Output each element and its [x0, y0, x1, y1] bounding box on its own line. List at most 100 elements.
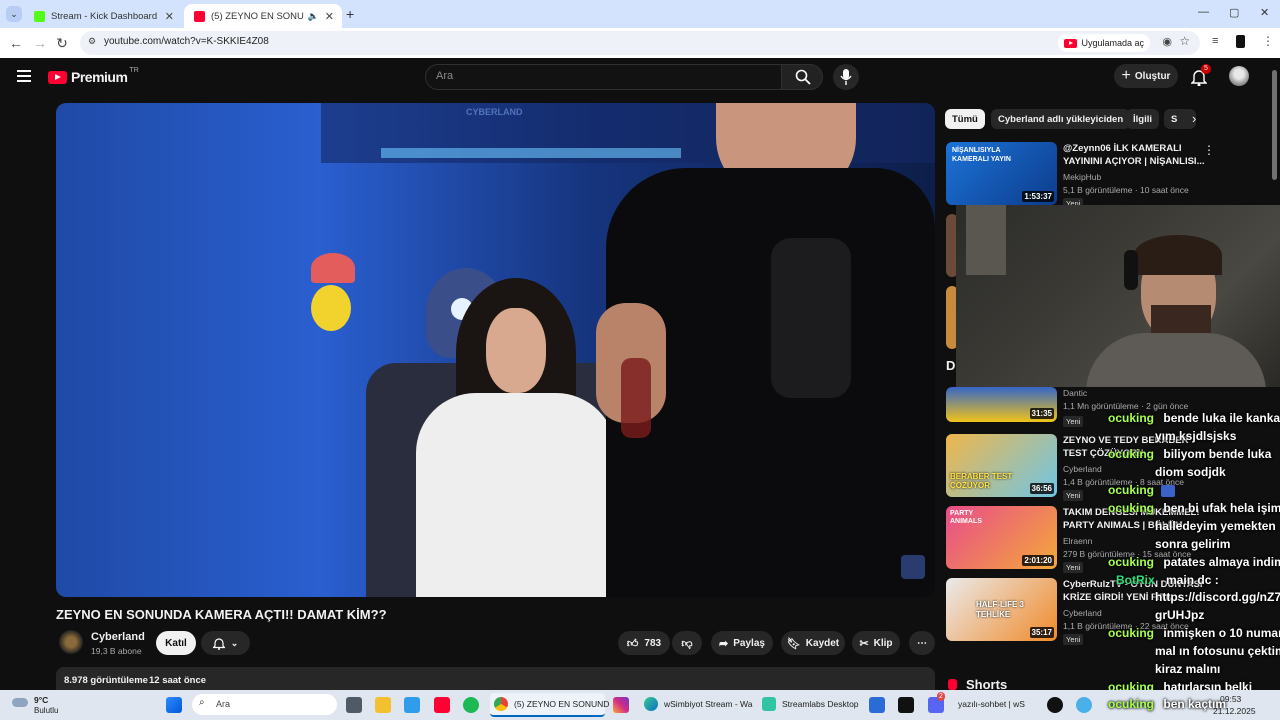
reload-button[interactable]: ↻	[52, 33, 72, 53]
chat-message: kiraz malını	[1155, 662, 1220, 676]
chat-username: ocuking	[1108, 555, 1155, 569]
chip-all[interactable]: Tümü	[945, 109, 985, 129]
eye-off-icon[interactable]: ◉	[1162, 35, 1172, 48]
sidebar-video-title-line2[interactable]: YAYININI AÇIYOR | NİŞANLISI...	[1063, 156, 1205, 168]
bookmark-star-icon[interactable]: ☆	[1179, 34, 1190, 48]
sidebar-video-channel[interactable]: MekipHub	[1063, 172, 1101, 182]
chrome-icon	[494, 697, 508, 711]
subscribe-notification-button[interactable]: ⌄	[201, 631, 250, 655]
microsoft-store-icon[interactable]	[404, 697, 420, 713]
address-bar[interactable]: ⚙ youtube.com/watch?v=K-SKKIE4Z08 Uygula…	[80, 31, 1200, 55]
chat-text: halledeyim yemekten	[1155, 519, 1276, 533]
close-tab-icon[interactable]: ✕	[165, 10, 174, 23]
sidebar-video-channel[interactable]: Cyberland	[1063, 464, 1102, 474]
open-in-app-button[interactable]: Uygulamada aç	[1058, 34, 1150, 52]
sidebar-video-thumbnail[interactable]: HALF-LIFE 3 TEHLİKE 35:17	[946, 578, 1057, 641]
chat-text: sonra gelirim	[1155, 537, 1231, 551]
chevron-right-icon[interactable]: ›	[1192, 111, 1196, 126]
new-badge: Yeni	[1063, 634, 1084, 645]
tab-kick-dashboard[interactable]: Stream - Kick Dashboard ✕	[24, 4, 182, 28]
back-button[interactable]: ←	[6, 33, 26, 53]
forward-button[interactable]: →	[30, 33, 50, 53]
taskbar-search-input[interactable]: ⌕ Ara	[192, 694, 337, 715]
speaker-icon[interactable]: 🔈	[308, 11, 319, 22]
like-count: 783	[644, 637, 662, 649]
chat-message: halledeyim yemekten	[1155, 519, 1276, 533]
close-window-button[interactable]: ✕	[1260, 6, 1269, 19]
save-button[interactable]: 🔖︎ Kaydet	[781, 631, 845, 655]
thumbs-up-icon: 👍︎	[626, 637, 639, 650]
sidebar-video-thumbnail[interactable]: NİŞANLISIYLA KAMERALI YAYIN 1:53:37	[946, 142, 1057, 205]
thumbnail-caption: PARTY ANIMALS	[950, 510, 982, 525]
tab-youtube-video[interactable]: (5) ZEYNO EN SONUNDA K 🔈 ✕	[184, 4, 342, 28]
weather-temp: 9°C	[34, 695, 49, 705]
page-scrollbar[interactable]	[1272, 70, 1277, 180]
chip-from-uploader[interactable]: Cyberland adlı yükleyiciden	[991, 109, 1131, 129]
sidebar-video-channel[interactable]: Dantic	[1063, 388, 1087, 398]
extension-icon[interactable]	[1236, 35, 1245, 48]
chat-username: BotRix	[1116, 573, 1155, 587]
taskbar-app-discord-channel[interactable]: yazılı-sohbet | wS	[948, 693, 1040, 717]
sidebar-video-thumbnail[interactable]: 31:35	[946, 387, 1057, 422]
create-button[interactable]: + Oluştur	[1114, 64, 1178, 88]
thumbnail-caption: BERABER TEST ÇÖZÜYOR	[950, 472, 1013, 490]
sidebar-section-heading: D	[946, 358, 956, 373]
capcut-icon[interactable]	[898, 697, 914, 713]
video-duration: 2:01:20	[1022, 555, 1054, 566]
sidebar-video-thumbnail[interactable]: PARTY ANIMALS 2:01:20	[946, 506, 1057, 569]
url-text: youtube.com/watch?v=K-SKKIE4Z08	[104, 36, 269, 47]
like-button[interactable]: 👍︎ 783	[618, 631, 670, 655]
hamburger-menu-icon[interactable]	[17, 70, 31, 82]
chip-related[interactable]: İlgili	[1126, 109, 1159, 129]
instagram-icon[interactable]	[613, 697, 629, 713]
sidebar-video-channel[interactable]: Elraenn	[1063, 536, 1092, 546]
discord-icon[interactable]: 2	[928, 692, 945, 713]
browser-menu-icon[interactable]: ⋮	[1262, 34, 1274, 48]
bookmark-icon: 🔖︎	[786, 637, 801, 650]
media-control-icon[interactable]: ≡	[1212, 35, 1218, 47]
account-avatar[interactable]	[1229, 66, 1249, 86]
more-actions-button[interactable]: ⋯	[909, 631, 935, 655]
spotify-icon[interactable]	[463, 697, 479, 713]
channel-avatar[interactable]	[59, 630, 83, 654]
site-info-icon[interactable]: ⚙	[88, 36, 96, 47]
sidebar-video-thumbnail[interactable]: BERABER TEST ÇÖZÜYOR 36:56	[946, 434, 1057, 497]
sidebar-video-title[interactable]: @Zeynn06 İLK KAMERALI	[1063, 143, 1182, 155]
taskbar-app-streamlabs[interactable]: Streamlabs Desktop	[760, 693, 860, 717]
task-view-icon[interactable]	[346, 697, 362, 713]
minimize-button[interactable]: —	[1198, 6, 1209, 18]
network-app-icon[interactable]	[1076, 697, 1092, 713]
taskbar-app-edge[interactable]: wSimbiyot Stream - Wa	[640, 693, 752, 717]
new-tab-button[interactable]: +	[346, 6, 354, 22]
windows-start-icon[interactable]	[166, 697, 182, 713]
weather-widget[interactable]: 9°C Bulutlu	[10, 693, 70, 717]
share-button[interactable]: ➦ Paylaş	[711, 631, 773, 655]
chat-username: ocuking	[1108, 697, 1155, 711]
sidebar-video-channel[interactable]: Cyberland	[1063, 608, 1102, 618]
search-input[interactable]: Ara	[425, 64, 783, 90]
video-options-icon[interactable]: ⋮	[1203, 143, 1215, 157]
tab-search-button[interactable]: ⌄	[6, 6, 22, 22]
tiktok-icon[interactable]	[1047, 697, 1063, 713]
tab-title: Stream - Kick Dashboard	[51, 10, 158, 22]
channel-name[interactable]: Cyberland	[91, 631, 145, 643]
file-explorer-icon[interactable]	[375, 697, 391, 713]
close-tab-icon[interactable]: ✕	[325, 10, 334, 23]
shorts-icon	[948, 679, 957, 690]
taskbar-app-chrome[interactable]: (5) ZEYNO EN SONUND	[490, 693, 609, 717]
maximize-button[interactable]: ▢	[1229, 6, 1239, 19]
new-badge: Yeni	[1063, 490, 1084, 501]
notifications-button[interactable]: 5	[1190, 64, 1211, 87]
address-row: ← → ↻ ⚙ youtube.com/watch?v=K-SKKIE4Z08 …	[0, 28, 1280, 58]
youtube-premium-logo[interactable]: Premium TR	[48, 67, 139, 85]
video-player[interactable]: CYBERLAND	[56, 103, 935, 597]
youtube-app-icon[interactable]	[434, 697, 450, 713]
dislike-button[interactable]: 👎︎	[672, 631, 702, 655]
app-icon[interactable]	[869, 697, 885, 713]
join-button[interactable]: Katıl	[156, 631, 196, 655]
chat-emote-icon	[1161, 484, 1176, 497]
clip-button[interactable]: ✂ Klip	[852, 631, 900, 655]
search-button[interactable]	[781, 64, 823, 90]
voice-search-button[interactable]	[833, 64, 859, 90]
chat-text: ben kaçtım	[1163, 697, 1227, 711]
